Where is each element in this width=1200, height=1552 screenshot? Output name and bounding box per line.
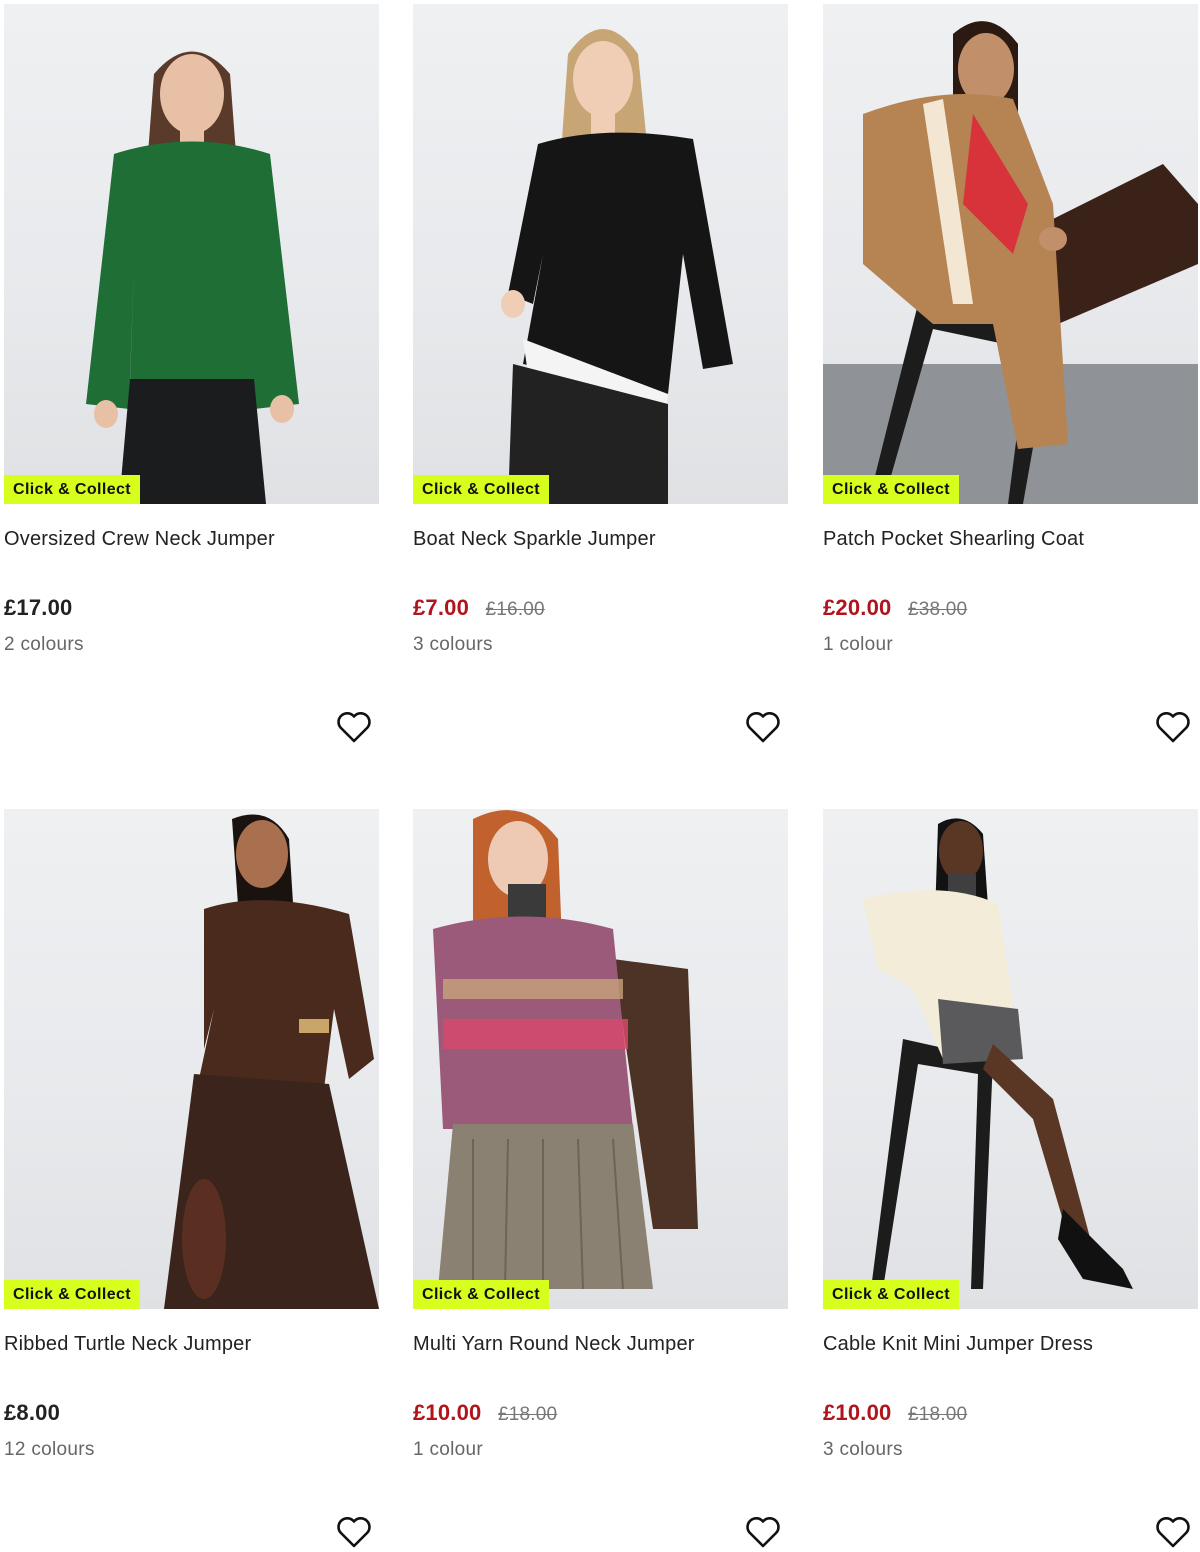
price-block: £20.00 £38.00 <box>823 595 967 621</box>
product-title[interactable]: Ribbed Turtle Neck Jumper <box>4 1333 251 1356</box>
product-image[interactable]: Click & Collect <box>4 809 379 1309</box>
product-title[interactable]: Boat Neck Sparkle Jumper <box>413 528 656 551</box>
was-price: £18.00 <box>497 1404 558 1425</box>
current-price: £20.00 <box>823 595 892 620</box>
heart-icon <box>1156 1517 1190 1548</box>
product-title[interactable]: Cable Knit Mini Jumper Dress <box>823 1333 1093 1356</box>
was-price: £16.00 <box>485 599 545 620</box>
product-image[interactable]: Click & Collect <box>4 4 379 504</box>
click-collect-badge: Click & Collect <box>4 1280 141 1309</box>
heart-icon <box>1156 712 1190 743</box>
product-grid: Click & Collect Oversized Crew Neck Jump… <box>0 0 1200 1552</box>
product-card[interactable]: Click & Collect Patch Pocket Shearling C… <box>823 4 1199 804</box>
wishlist-heart-button[interactable] <box>1155 1515 1191 1549</box>
product-image[interactable]: Click & Collect <box>823 4 1198 504</box>
heart-icon <box>337 712 371 743</box>
product-card[interactable]: Click & Collect Oversized Crew Neck Jump… <box>4 4 380 804</box>
product-image[interactable]: Click & Collect <box>413 809 788 1309</box>
click-collect-badge: Click & Collect <box>4 475 141 504</box>
model-figure <box>433 810 698 1290</box>
heart-icon <box>746 712 780 743</box>
model-figure <box>86 51 299 504</box>
price-block: £10.00 £18.00 <box>823 1400 967 1426</box>
model-figure <box>823 21 1198 504</box>
model-figure <box>501 29 733 504</box>
product-card[interactable]: Click & Collect Ribbed Turtle Neck Jumpe… <box>4 809 380 1552</box>
colour-count[interactable]: 1 colour <box>413 1439 483 1461</box>
was-price: £38.00 <box>907 599 968 620</box>
heart-icon <box>746 1517 780 1548</box>
wishlist-heart-button[interactable] <box>336 1515 372 1549</box>
price-block: £8.00 <box>4 1400 60 1426</box>
current-price: £17.00 <box>4 595 73 620</box>
product-card[interactable]: Click & Collect Multi Yarn Round Neck Ju… <box>413 809 789 1552</box>
model-figure <box>863 818 1133 1289</box>
click-collect-badge: Click & Collect <box>413 1280 550 1309</box>
click-collect-badge: Click & Collect <box>413 475 550 504</box>
current-price: £10.00 <box>823 1400 892 1425</box>
product-image[interactable]: Click & Collect <box>823 809 1198 1309</box>
colour-count[interactable]: 3 colours <box>823 1439 903 1461</box>
wishlist-heart-button[interactable] <box>336 710 372 744</box>
heart-icon <box>337 1517 371 1548</box>
current-price: £7.00 <box>413 595 470 620</box>
product-card[interactable]: Click & Collect Boat Neck Sparkle Jumper… <box>413 4 789 804</box>
colour-count[interactable]: 2 colours <box>4 634 84 656</box>
colour-count[interactable]: 1 colour <box>823 634 893 656</box>
price-block: £7.00 £16.00 <box>413 595 545 621</box>
product-title[interactable]: Multi Yarn Round Neck Jumper <box>413 1333 695 1356</box>
price-block: £10.00 £18.00 <box>413 1400 557 1426</box>
wishlist-heart-button[interactable] <box>745 1515 781 1549</box>
colour-count[interactable]: 12 colours <box>4 1439 95 1461</box>
wishlist-heart-button[interactable] <box>745 710 781 744</box>
wishlist-heart-button[interactable] <box>1155 710 1191 744</box>
model-figure <box>164 814 379 1309</box>
click-collect-badge: Click & Collect <box>823 475 960 504</box>
click-collect-badge: Click & Collect <box>823 1280 960 1309</box>
product-card[interactable]: Click & Collect Cable Knit Mini Jumper D… <box>823 809 1199 1552</box>
was-price: £18.00 <box>907 1404 968 1425</box>
product-title[interactable]: Oversized Crew Neck Jumper <box>4 528 275 551</box>
price-block: £17.00 <box>4 595 73 621</box>
product-title[interactable]: Patch Pocket Shearling Coat <box>823 528 1084 551</box>
colour-count[interactable]: 3 colours <box>413 634 493 656</box>
current-price: £10.00 <box>413 1400 482 1425</box>
current-price: £8.00 <box>4 1400 61 1425</box>
product-image[interactable]: Click & Collect <box>413 4 788 504</box>
